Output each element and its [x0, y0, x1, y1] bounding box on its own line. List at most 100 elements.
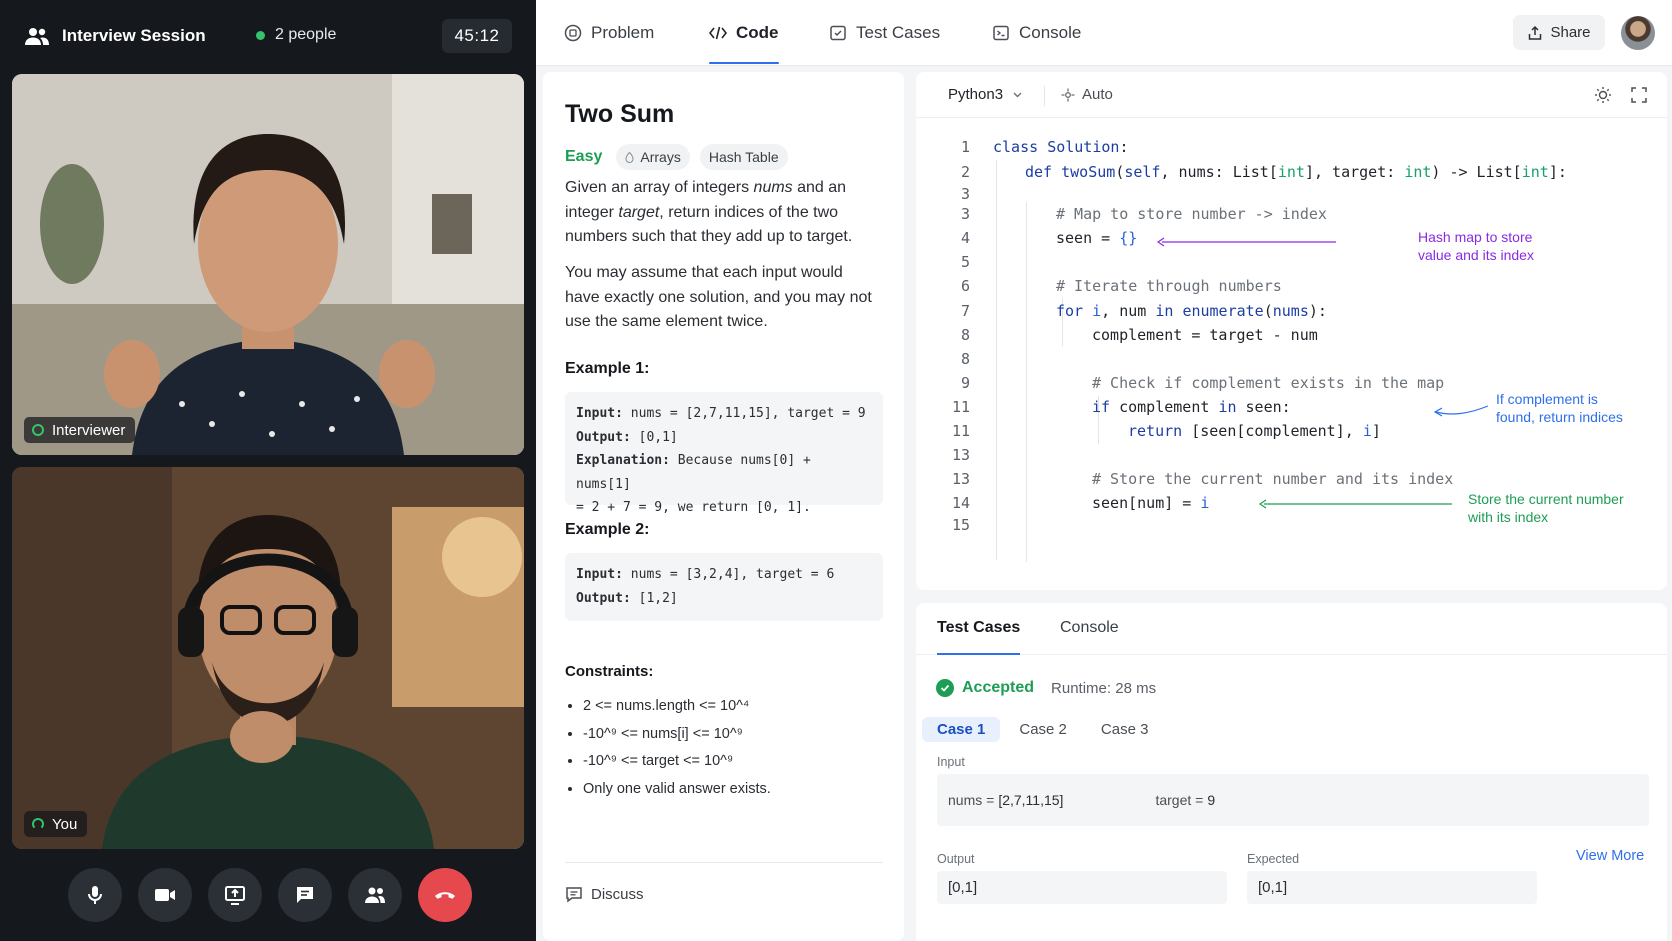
tag-arrays[interactable]: Arrays	[616, 144, 690, 170]
code-area[interactable]: 1 2 3 3 4 5 6 7 8 8 9 11 11 13 13 14 15 …	[916, 132, 1667, 582]
results-tab-console[interactable]: Console	[1060, 619, 1119, 655]
view-more-link[interactable]: View More	[1576, 848, 1644, 864]
call-controls	[0, 868, 536, 926]
mic-button[interactable]	[68, 868, 122, 922]
tag-icon	[625, 151, 634, 163]
code-comment: # Check if complement exists in the map	[1092, 374, 1445, 392]
tag-hash-table[interactable]: Hash Table	[699, 144, 788, 170]
video-panel: Interview Session 2 people 45:12 Intervi…	[0, 0, 536, 941]
test-results-panel: Test Cases Console Accepted Runtime: 28 …	[916, 603, 1667, 941]
discuss-label: Discuss	[591, 885, 644, 903]
speaking-indicator-icon	[32, 424, 44, 436]
chat-button[interactable]	[278, 868, 332, 922]
line-number: 1	[960, 138, 970, 156]
input-value: nums = [2,7,11,15], target = 9	[622, 406, 866, 421]
annotation-hash-map: Hash map to store value and its index	[1418, 228, 1534, 264]
participants-button[interactable]	[348, 868, 402, 922]
auto-icon	[1061, 88, 1075, 101]
example-2-heading: Example 2:	[565, 521, 650, 538]
end-call-icon	[435, 892, 455, 899]
annotation-line: If complement is	[1496, 391, 1598, 407]
example-1-output: Output: [0,1]	[576, 426, 872, 450]
indent-guide	[996, 160, 997, 560]
test-cases-icon	[830, 25, 846, 41]
tab-code-label: Code	[736, 23, 779, 42]
case-tab-3[interactable]: Case 3	[1086, 717, 1164, 742]
tab-code[interactable]: Code	[709, 0, 779, 66]
auto-mode-toggle[interactable]: Auto	[1061, 86, 1113, 103]
annotation-arrow-left	[1258, 499, 1452, 509]
output-value: [0,1]	[630, 429, 678, 445]
problem-title: Two Sum	[565, 100, 675, 128]
camera-icon	[155, 889, 175, 901]
fullscreen-icon[interactable]	[1630, 86, 1648, 104]
case-tab-2[interactable]: Case 2	[1004, 717, 1082, 742]
share-label: Share	[1550, 24, 1591, 41]
discuss-icon	[566, 887, 582, 903]
code-line: for i, num in enumerate(nums):	[1056, 302, 1327, 320]
audio-indicator-icon	[32, 818, 44, 830]
screen-share-button[interactable]	[208, 868, 262, 922]
annotation-arrow-curve	[1433, 405, 1489, 417]
example-2-block: Input: nums = [3,2,4], target = 6 Output…	[565, 553, 883, 621]
tab-problem[interactable]: Problem	[564, 0, 654, 66]
code-editor: Python3 Auto 1 2 3 3 4 5 6 7 8 8 9 11 11…	[916, 72, 1667, 590]
constraint-item: 2 <= nums.length <= 10^⁴	[583, 697, 771, 725]
code-icon	[709, 26, 727, 40]
problem-panel: Two Sum Easy Arrays Hash Table Given an …	[543, 72, 904, 941]
case-tab-1[interactable]: Case 1	[922, 717, 1001, 742]
tab-console[interactable]: Console	[992, 0, 1081, 66]
participant-count-text: 2 people	[275, 26, 337, 43]
input-target-key: target =	[1155, 792, 1204, 808]
video-tile-self[interactable]: You	[12, 467, 524, 849]
line-number: 11	[951, 398, 970, 416]
theme-sun-icon[interactable]	[1594, 86, 1612, 104]
auto-mode-label: Auto	[1082, 86, 1113, 103]
indent-guide	[1026, 202, 1027, 562]
code-comment: # Iterate through numbers	[1056, 277, 1282, 295]
results-tab-test-cases[interactable]: Test Cases	[937, 619, 1021, 655]
console-icon	[993, 25, 1009, 41]
line-number: 8	[960, 326, 970, 344]
input-nums-key: nums =	[948, 792, 995, 808]
video-tile-interviewer[interactable]: Interviewer	[12, 74, 524, 455]
output-label: Output	[937, 852, 975, 866]
problem-description: Given an array of integers nums and an i…	[565, 176, 877, 250]
camera-button[interactable]	[138, 868, 192, 922]
code-comment: # Store the current number and its index	[1092, 470, 1454, 488]
chevron-down-icon	[1013, 92, 1022, 98]
user-avatar[interactable]	[1621, 16, 1655, 50]
line-number: 15	[951, 516, 970, 534]
constraints-list: 2 <= nums.length <= 10^⁴ -10^⁹ <= nums[i…	[583, 697, 771, 807]
language-select[interactable]: Python3	[948, 86, 1023, 103]
editor-toolbar: Python3 Auto	[916, 72, 1667, 118]
interviewer-name: Interviewer	[52, 421, 126, 439]
participant-count: 2 people	[256, 26, 336, 44]
self-label: You	[24, 811, 88, 837]
input-key: Input:	[576, 406, 623, 421]
example-1-explanation-cont: = 2 + 7 = 9, we return [0, 1].	[576, 500, 811, 515]
line-number: 13	[951, 446, 970, 464]
input-nums-value: [2,7,11,15]	[998, 792, 1064, 808]
tab-test-cases[interactable]: Test Cases	[829, 0, 940, 66]
line-number: 3	[960, 205, 970, 223]
language-value: Python3	[948, 86, 1004, 103]
problem-assumption: You may assume that each input would hav…	[565, 264, 872, 330]
line-number: 2	[960, 163, 970, 181]
tab-test-cases-label: Test Cases	[856, 23, 941, 42]
desc-var-nums: nums	[753, 179, 793, 196]
expected-label: Expected	[1247, 852, 1300, 866]
input-target-value: 9	[1207, 792, 1216, 808]
example-2-output: Output: [1,2]	[576, 587, 872, 611]
share-button[interactable]: Share	[1513, 15, 1605, 50]
constraints-heading: Constraints:	[565, 663, 654, 680]
tag-hash-table-label: Hash Table	[708, 149, 779, 165]
line-number: 8	[960, 350, 970, 368]
output-key: Output:	[576, 590, 631, 606]
end-call-button[interactable]	[418, 868, 472, 922]
tab-console-label: Console	[1019, 23, 1082, 42]
toolbar-separator	[1044, 86, 1045, 106]
input-value: nums = [3,2,4], target = 6	[622, 567, 835, 582]
example-1-block: Input: nums = [2,7,11,15], target = 9 Ou…	[565, 392, 883, 515]
discuss-button[interactable]: Discuss	[565, 885, 644, 903]
